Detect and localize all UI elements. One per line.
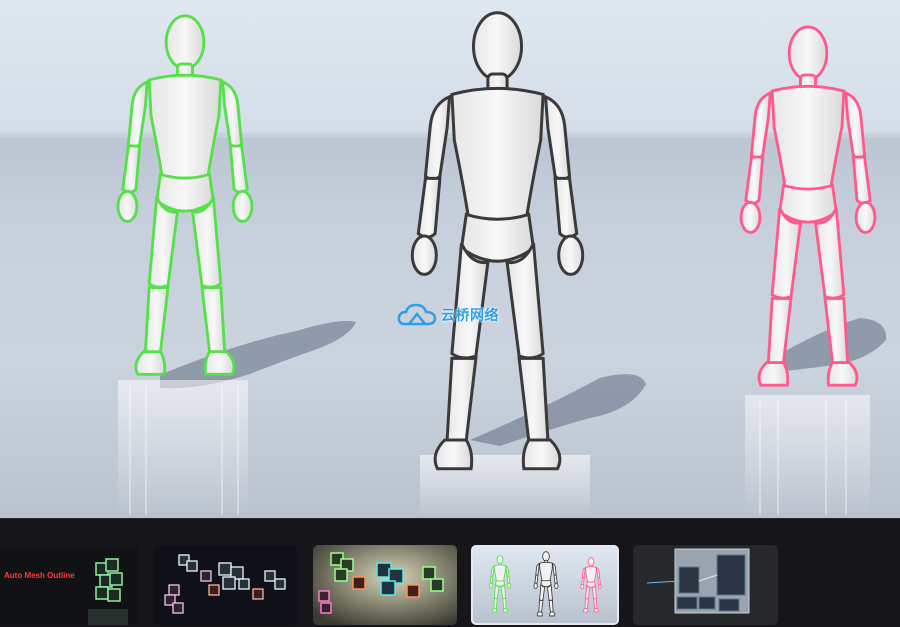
floor-reflections	[118, 380, 870, 518]
thumbnail-5-image	[633, 545, 778, 625]
thumbnail-1-image	[0, 545, 138, 625]
thumbnail-strip: Auto Mesh Outline	[0, 518, 900, 627]
thumbnail-3-image	[313, 545, 457, 625]
watermark: 云桥网络	[397, 302, 499, 328]
thumbnail-2[interactable]	[153, 545, 297, 625]
watermark-text: 云桥网络	[441, 308, 499, 324]
thumbnail-5-blueprint[interactable]	[633, 545, 778, 625]
thumbnail-caption: Auto Mesh Outline	[4, 571, 75, 580]
thumbnail-2-image	[153, 545, 297, 625]
viewport-preview: 云桥网络	[0, 0, 900, 518]
thumbnail-auto-mesh-outline[interactable]: Auto Mesh Outline	[0, 545, 138, 625]
thumbnail-4-image	[473, 547, 617, 623]
thumbnail-3[interactable]	[313, 545, 457, 625]
mannequin-green-outline[interactable]	[116, 14, 254, 376]
thumbnail-mannequins-active[interactable]	[471, 545, 619, 625]
cloud-logo-icon	[397, 303, 437, 326]
scene	[0, 11, 900, 518]
